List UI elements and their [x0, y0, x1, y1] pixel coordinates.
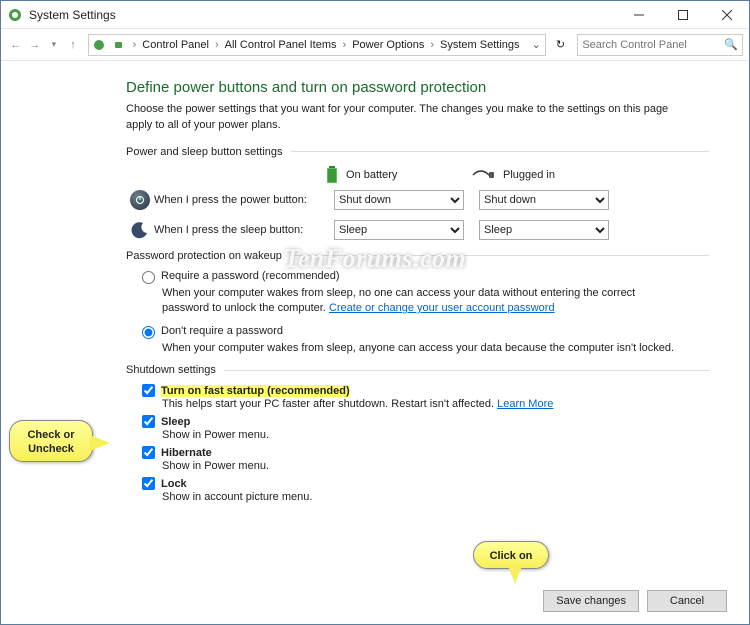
lock-desc: Show in account picture menu. — [162, 491, 709, 503]
dont-require-password-radio[interactable] — [142, 326, 155, 339]
search-box[interactable]: 🔍 — [577, 34, 743, 56]
fast-startup-label: Turn on fast startup (recommended) — [161, 385, 350, 397]
learn-more-link[interactable]: Learn More — [497, 398, 553, 410]
crumb-system-settings[interactable]: System Settings — [438, 39, 521, 51]
create-password-link[interactable]: Create or change your user account passw… — [329, 302, 555, 314]
hibernate-desc: Show in Power menu. — [162, 460, 709, 472]
sleep-button-plugged-select[interactable]: Sleep — [479, 220, 609, 240]
power-icon — [89, 38, 109, 52]
maximize-button[interactable] — [661, 1, 705, 29]
hibernate-label: Hibernate — [161, 447, 212, 459]
callout-click-on: Click on — [473, 541, 549, 569]
dont-require-password-label: Don't require a password — [161, 325, 283, 337]
search-icon[interactable]: 🔍 — [724, 38, 738, 51]
minimize-button[interactable] — [617, 1, 661, 29]
recent-dropdown[interactable]: ▾ — [45, 34, 62, 56]
cancel-button[interactable]: Cancel — [647, 590, 727, 612]
power-button-label: When I press the power button: — [154, 194, 334, 206]
battery-icon — [326, 166, 338, 184]
save-changes-button[interactable]: Save changes — [543, 590, 639, 612]
dont-require-password-desc: When your computer wakes from sleep, any… — [162, 341, 682, 356]
sleep-desc: Show in Power menu. — [162, 429, 709, 441]
app-icon — [7, 7, 23, 23]
sleep-label: Sleep — [161, 416, 190, 428]
close-button[interactable] — [705, 1, 749, 29]
power-button-plugged-select[interactable]: Shut down — [479, 190, 609, 210]
chevron-right-icon: › — [339, 39, 351, 51]
sleep-button-battery-select[interactable]: Sleep — [334, 220, 464, 240]
col-plugged-in: Plugged in — [503, 169, 555, 181]
section-title-shutdown: Shutdown settings — [126, 364, 216, 376]
sleep-checkbox[interactable] — [142, 415, 155, 428]
callout-check-uncheck: Check orUncheck — [9, 420, 93, 462]
chevron-right-icon: › — [211, 39, 223, 51]
crumb-control-panel[interactable]: Control Panel — [140, 39, 211, 51]
lock-label: Lock — [161, 478, 187, 490]
require-password-desc: When your computer wakes from sleep, no … — [162, 286, 682, 317]
plug-icon — [471, 169, 495, 181]
col-on-battery: On battery — [346, 169, 397, 181]
power-button-battery-select[interactable]: Shut down — [334, 190, 464, 210]
sleep-button-icon — [131, 221, 149, 239]
nav-bar: ← → ▾ ↑ › Control Panel › All Control Pa… — [1, 29, 749, 61]
page-heading: Define power buttons and turn on passwor… — [126, 79, 709, 96]
back-button[interactable]: ← — [7, 34, 24, 56]
sleep-button-label: When I press the sleep button: — [154, 224, 334, 236]
power-button-icon — [130, 190, 150, 210]
breadcrumb: › Control Panel › All Control Panel Item… — [88, 34, 546, 56]
require-password-label: Require a password (recommended) — [161, 270, 340, 282]
hibernate-checkbox[interactable] — [142, 446, 155, 459]
title-bar: System Settings — [1, 1, 749, 29]
lock-checkbox[interactable] — [142, 477, 155, 490]
forward-button[interactable]: → — [26, 34, 43, 56]
search-input[interactable] — [582, 39, 724, 51]
chevron-down-icon[interactable]: ⌄ — [528, 38, 545, 51]
section-title-password: Password protection on wakeup — [126, 250, 282, 262]
crumb-power-options[interactable]: Power Options — [350, 39, 426, 51]
fast-startup-checkbox[interactable] — [142, 384, 155, 397]
chevron-right-icon: › — [426, 39, 438, 51]
window-title: System Settings — [29, 8, 116, 22]
section-title-buttons: Power and sleep button settings — [126, 146, 283, 158]
page-subtext: Choose the power settings that you want … — [126, 102, 686, 134]
refresh-button[interactable]: ↻ — [552, 34, 570, 56]
battery-icon — [109, 39, 129, 51]
chevron-right-icon: › — [129, 39, 141, 51]
up-button[interactable]: ↑ — [64, 34, 81, 56]
fast-startup-desc: This helps start your PC faster after sh… — [162, 398, 709, 410]
require-password-radio[interactable] — [142, 271, 155, 284]
crumb-all-items[interactable]: All Control Panel Items — [223, 39, 339, 51]
